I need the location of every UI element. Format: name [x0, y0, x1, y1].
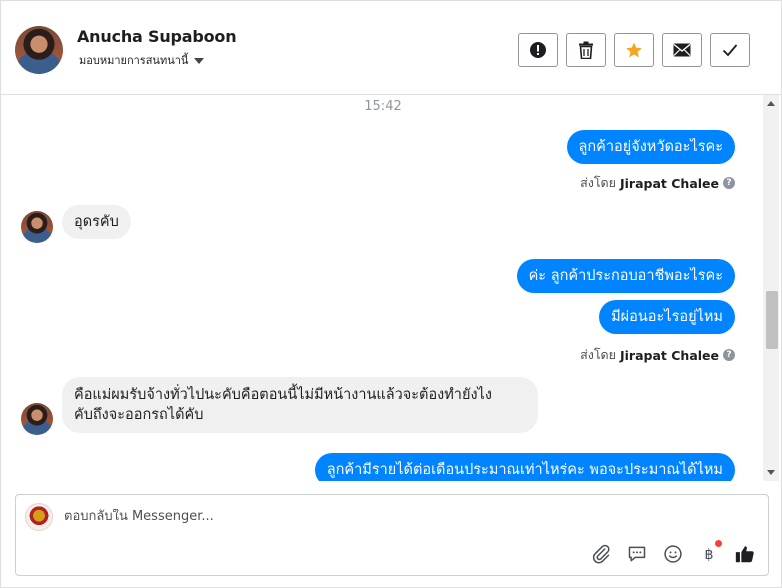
sent-by-label: ส่งโดย Jirapat Chalee ?	[580, 345, 735, 365]
caret-down-icon	[194, 57, 205, 64]
sent-by-prefix: ส่งโดย	[580, 175, 616, 190]
contact-avatar[interactable]	[21, 403, 53, 435]
outgoing-message[interactable]: มีผ่อนอะไรอยู่ไหม	[599, 300, 735, 334]
attach-button[interactable]	[590, 543, 612, 565]
envelope-icon	[673, 43, 691, 57]
help-icon[interactable]: ?	[723, 177, 735, 189]
like-button[interactable]	[734, 543, 756, 565]
mark-done-button[interactable]	[710, 33, 750, 67]
sender-name[interactable]: Jirapat Chalee	[620, 348, 719, 363]
payment-button[interactable]: ฿	[698, 540, 722, 565]
trash-icon	[579, 41, 593, 59]
mark-unread-button[interactable]	[662, 33, 702, 67]
attach-icon	[592, 544, 610, 564]
delete-button[interactable]	[566, 33, 606, 67]
reply-composer: ฿	[15, 494, 769, 576]
contact-name[interactable]: Anucha Supaboon	[77, 27, 237, 46]
conversation-header: Anucha Supaboon มอบหมายการสนทนานี้	[1, 1, 781, 95]
baht-icon: ฿	[704, 547, 713, 563]
star-icon	[626, 42, 642, 58]
emoji-icon	[664, 545, 682, 563]
contact-avatar[interactable]	[21, 211, 53, 243]
help-icon[interactable]: ?	[723, 349, 735, 361]
message-scrollbar[interactable]	[763, 95, 779, 481]
avatar[interactable]	[15, 26, 63, 74]
saved-replies-button[interactable]	[626, 543, 648, 565]
emoji-button[interactable]	[662, 543, 684, 565]
scroll-up-icon[interactable]	[767, 101, 775, 106]
page-avatar	[25, 503, 53, 531]
incoming-message[interactable]: อุดรคับ	[62, 205, 131, 239]
outgoing-message[interactable]: ค่ะ ลูกค้าประกอบอาชีพอะไรคะ	[516, 259, 735, 293]
assign-conversation-dropdown[interactable]: มอบหมายการสนทนานี้	[79, 51, 205, 69]
scroll-thumb[interactable]	[766, 291, 778, 349]
assign-label: มอบหมายการสนทนานี้	[79, 54, 189, 67]
composer-tools: ฿	[590, 540, 756, 565]
sender-name[interactable]: Jirapat Chalee	[620, 176, 719, 191]
incoming-message[interactable]: คือแม่ผมรับจ้างทั่วไปนะคับคือตอนนี้ไม่มี…	[62, 377, 538, 433]
message-line: คือแม่ผมรับจ้างทั่วไปนะคับคือตอนนี้ไม่มี…	[74, 387, 492, 403]
svg-text:฿: ฿	[704, 547, 713, 563]
mark-spam-button[interactable]	[518, 33, 558, 67]
messenger-panel: Anucha Supaboon มอบหมายการสนทนานี้ 15:42…	[0, 0, 782, 588]
sent-by-label: ส่งโดย Jirapat Chalee ?	[580, 173, 735, 193]
sent-by-prefix: ส่งโดย	[580, 347, 616, 362]
like-icon	[735, 546, 754, 563]
comment-icon	[628, 546, 646, 562]
notification-dot	[715, 540, 722, 547]
check-icon	[722, 44, 738, 57]
message-thread[interactable]: 15:42 ลูกค้าอยู่จังหวัดอะไรคะ ส่งโดย Jir…	[1, 95, 765, 481]
message-timestamp: 15:42	[364, 99, 402, 114]
header-actions	[518, 33, 750, 67]
star-button[interactable]	[614, 33, 654, 67]
outgoing-message[interactable]: ลูกค้าอยู่จังหวัดอะไรคะ	[566, 130, 735, 164]
reply-input[interactable]	[64, 509, 664, 524]
outgoing-message[interactable]: ลูกค้ามีรายได้ต่อเดือนประมาณเท่าไหร่คะ พ…	[314, 453, 735, 481]
alert-icon	[530, 42, 546, 58]
scroll-down-icon[interactable]	[767, 470, 775, 475]
message-line: คับถึงจะออกรถได้คับ	[74, 407, 204, 423]
